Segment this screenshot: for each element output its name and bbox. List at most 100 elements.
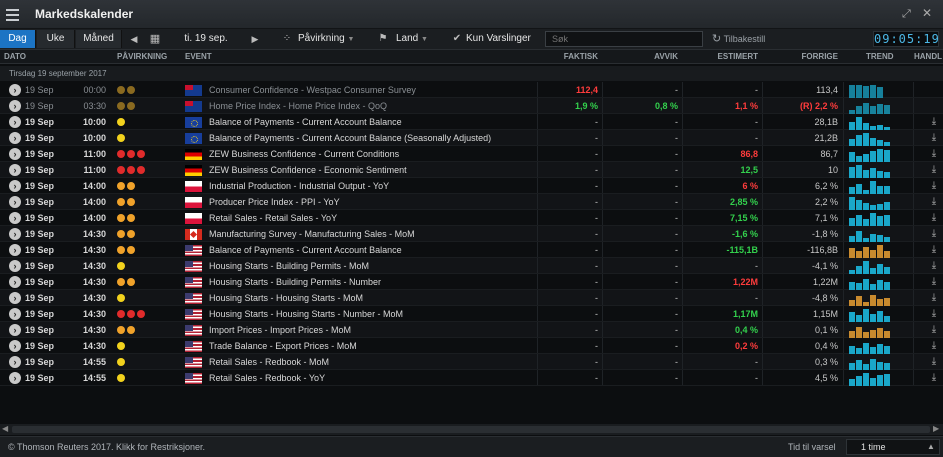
row-event[interactable]: Housing Starts - Housing Starts - MoM xyxy=(209,290,363,306)
header-action[interactable]: HANDL xyxy=(914,52,942,61)
tab-day[interactable]: Dag xyxy=(0,30,36,48)
table-row[interactable]: › 19 Sep 14:30 Balance of Payments - Curren… xyxy=(0,242,943,258)
table-row[interactable]: › 19 Sep 14:00 Retail Sales - Retail Sales … xyxy=(0,210,943,226)
search-input[interactable] xyxy=(545,31,703,47)
row-event[interactable]: Import Prices - Import Prices - MoM xyxy=(209,322,351,338)
expand-row-icon[interactable]: › xyxy=(9,148,21,160)
row-event[interactable]: Industrial Production - Industrial Outpu… xyxy=(209,178,389,194)
expand-row-icon[interactable]: › xyxy=(9,164,21,176)
expand-row-icon[interactable]: › xyxy=(9,372,21,384)
download-icon[interactable]: ⤓ xyxy=(929,178,939,194)
table-row[interactable]: › 19 Sep 00:00 Consumer Confidence - Westpa… xyxy=(0,82,943,98)
download-icon[interactable]: ⤓ xyxy=(929,210,939,226)
download-icon[interactable]: ⤓ xyxy=(929,258,939,274)
expand-row-icon[interactable]: › xyxy=(9,292,21,304)
header-previous[interactable]: FORRIGE xyxy=(768,52,838,61)
table-row[interactable]: › 19 Sep 14:00 Producer Price Index - PPI -… xyxy=(0,194,943,210)
header-trend[interactable]: TREND xyxy=(866,52,894,61)
header-actual[interactable]: FAKTISK xyxy=(540,52,598,61)
row-event[interactable]: Housing Starts - Housing Starts - Number… xyxy=(209,306,403,322)
expand-row-icon[interactable]: › xyxy=(9,132,21,144)
hamburger-menu-icon[interactable] xyxy=(5,6,21,22)
alert-time-select[interactable]: 1 time ▲ xyxy=(846,439,940,455)
date-selector[interactable]: ti. 19 sep. xyxy=(168,30,244,48)
download-icon[interactable]: ⤓ xyxy=(929,226,939,242)
row-event[interactable]: Balance of Payments - Current Account Ba… xyxy=(209,242,402,258)
download-icon[interactable]: ⤓ xyxy=(929,194,939,210)
table-row[interactable]: › 19 Sep 03:30 Home Price Index - Home Pric… xyxy=(0,98,943,114)
table-row[interactable]: › 19 Sep 10:00 Balance of Payments - Curren… xyxy=(0,130,943,146)
header-estimate[interactable]: ESTIMERT xyxy=(688,52,758,61)
expand-row-icon[interactable]: › xyxy=(9,100,21,112)
row-event[interactable]: Manufacturing Survey - Manufacturing Sal… xyxy=(209,226,415,242)
download-icon[interactable]: ⤓ xyxy=(929,322,939,338)
close-icon[interactable]: ✕ xyxy=(922,6,932,20)
calendar-icon[interactable]: ▦ xyxy=(148,30,162,48)
impact-filter[interactable]: Påvirkning ▼ xyxy=(298,30,358,48)
table-row[interactable]: › 19 Sep 14:30 Housing Starts - Building Pe… xyxy=(0,258,943,274)
table-row[interactable]: › 19 Sep 14:55 Retail Sales - Redbook - MoM… xyxy=(0,354,943,370)
row-event[interactable]: Retail Sales - Redbook - MoM xyxy=(209,354,329,370)
next-date-icon[interactable]: ▶ xyxy=(250,30,260,48)
table-row[interactable]: › 19 Sep 14:30 Manufacturing Survey - Manuf… xyxy=(0,226,943,242)
table-row[interactable]: › 19 Sep 14:30 Import Prices - Import Price… xyxy=(0,322,943,338)
download-icon[interactable]: ⤓ xyxy=(929,162,939,178)
copyright-link[interactable]: © Thomson Reuters 2017. Klikk for Restri… xyxy=(8,442,205,452)
expand-row-icon[interactable]: › xyxy=(9,196,21,208)
scroll-right-icon[interactable]: ▶ xyxy=(933,424,939,433)
row-event[interactable]: Retail Sales - Redbook - YoY xyxy=(209,370,325,386)
table-row[interactable]: › 19 Sep 14:30 Housing Starts - Building Pe… xyxy=(0,274,943,290)
row-event[interactable]: Balance of Payments - Current Account Ba… xyxy=(209,130,491,146)
table-row[interactable]: › 19 Sep 14:00 Industrial Production - Indu… xyxy=(0,178,943,194)
download-icon[interactable]: ⤓ xyxy=(929,146,939,162)
table-row[interactable]: › 19 Sep 11:00 ZEW Business Confidence - Ec… xyxy=(0,162,943,178)
download-icon[interactable]: ⤓ xyxy=(929,290,939,306)
alerts-only-toggle[interactable]: Kun Varslinger xyxy=(466,30,536,48)
header-event[interactable]: EVENT xyxy=(185,52,212,61)
row-event[interactable]: Housing Starts - Building Permits - Numb… xyxy=(209,274,381,290)
tab-month[interactable]: Måned xyxy=(76,30,122,48)
expand-icon[interactable]: ⤢ xyxy=(902,8,911,21)
scroll-thumb[interactable] xyxy=(12,426,930,433)
expand-row-icon[interactable]: › xyxy=(9,308,21,320)
expand-row-icon[interactable]: › xyxy=(9,244,21,256)
row-event[interactable]: ZEW Business Confidence - Economic Senti… xyxy=(209,162,407,178)
download-icon[interactable]: ⤓ xyxy=(929,338,939,354)
table-row[interactable]: › 19 Sep 14:30 Trade Balance - Export Price… xyxy=(0,338,943,354)
header-deviation[interactable]: AVVIK xyxy=(608,52,678,61)
row-event[interactable]: Producer Price Index - PPI - YoY xyxy=(209,194,340,210)
prev-date-icon[interactable]: ◀ xyxy=(129,30,139,48)
download-icon[interactable]: ⤓ xyxy=(929,306,939,322)
download-icon[interactable]: ⤓ xyxy=(929,114,939,130)
expand-row-icon[interactable]: › xyxy=(9,356,21,368)
download-icon[interactable]: ⤓ xyxy=(929,130,939,146)
scroll-left-icon[interactable]: ◀ xyxy=(2,424,8,433)
check-circle-icon[interactable]: ✔ xyxy=(451,30,463,48)
row-event[interactable]: Balance of Payments - Current Account Ba… xyxy=(209,114,402,130)
table-row[interactable]: › 19 Sep 14:30 Housing Starts - Housing Sta… xyxy=(0,290,943,306)
horizontal-scrollbar[interactable]: ◀ ▶ xyxy=(0,424,943,435)
header-impact[interactable]: PÅVIRKNING xyxy=(117,52,167,61)
reset-button[interactable]: ↻ Tilbakestill xyxy=(712,30,765,48)
table-row[interactable]: › 19 Sep 14:55 Retail Sales - Redbook - YoY… xyxy=(0,370,943,386)
download-icon[interactable]: ⤓ xyxy=(929,354,939,370)
download-icon[interactable]: ⤓ xyxy=(929,242,939,258)
expand-row-icon[interactable]: › xyxy=(9,324,21,336)
expand-row-icon[interactable]: › xyxy=(9,340,21,352)
expand-row-icon[interactable]: › xyxy=(9,228,21,240)
row-event[interactable]: Trade Balance - Export Prices - MoM xyxy=(209,338,357,354)
expand-row-icon[interactable]: › xyxy=(9,260,21,272)
download-icon[interactable]: ⤓ xyxy=(929,370,939,386)
table-row[interactable]: › 19 Sep 14:30 Housing Starts - Housing Sta… xyxy=(0,306,943,322)
expand-row-icon[interactable]: › xyxy=(9,276,21,288)
expand-row-icon[interactable]: › xyxy=(9,212,21,224)
download-icon[interactable]: ⤓ xyxy=(929,274,939,290)
expand-row-icon[interactable]: › xyxy=(9,180,21,192)
country-filter[interactable]: Land ▼ xyxy=(396,30,436,48)
table-row[interactable]: › 19 Sep 11:00 ZEW Business Confidence - Cu… xyxy=(0,146,943,162)
table-row[interactable]: › 19 Sep 10:00 Balance of Payments - Curren… xyxy=(0,114,943,130)
expand-row-icon[interactable]: › xyxy=(9,84,21,96)
row-event[interactable]: ZEW Business Confidence - Current Condit… xyxy=(209,146,399,162)
row-event[interactable]: Consumer Confidence - Westpac Consumer S… xyxy=(209,82,416,98)
row-event[interactable]: Retail Sales - Retail Sales - YoY xyxy=(209,210,337,226)
